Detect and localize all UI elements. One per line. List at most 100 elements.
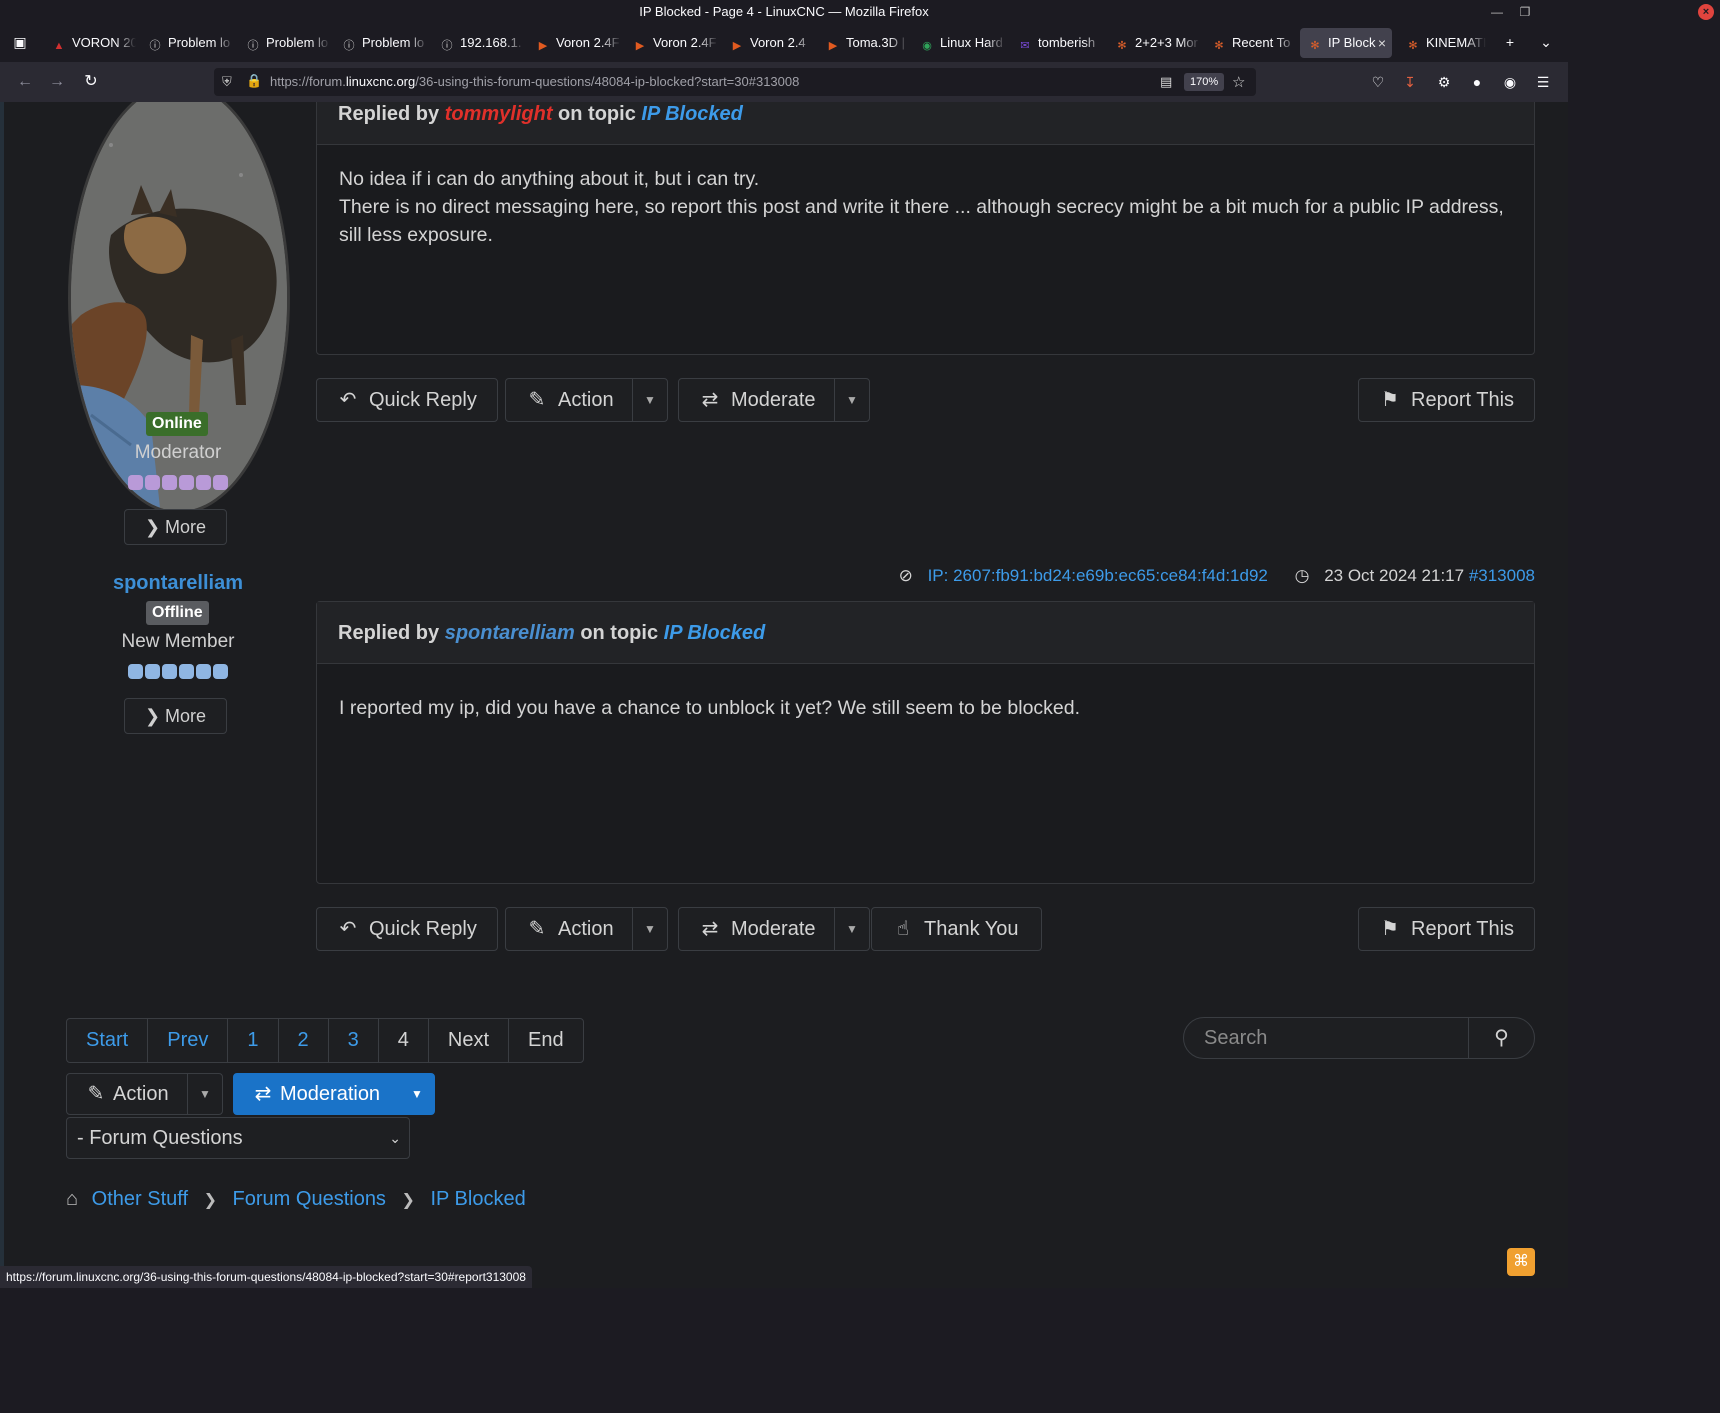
tab-9[interactable]: ▶ Toma.3D | — [818, 28, 908, 58]
url-bar[interactable]: ⛨ 🔒 https://forum.linuxcnc.org/36-using-… — [214, 68, 1256, 96]
tab-10[interactable]: ◉ Linux Hard — [912, 28, 1006, 58]
shuffle-icon: ⇄ — [701, 918, 719, 940]
page-3[interactable]: 3 — [329, 1019, 379, 1062]
moderate-dropdown-toggle[interactable]: ▼ — [834, 378, 870, 422]
topic-link[interactable]: IP Blocked — [641, 103, 743, 125]
chevron-down-icon: ❯ — [144, 517, 161, 537]
ip-address[interactable]: IP: 2607:fb91:bd24:e69b:ec65:ce84:f4d:1d… — [928, 566, 1268, 585]
quick-reply-button[interactable]: ↶ Quick Reply — [316, 378, 498, 422]
tab-14[interactable]: ✻ IP Block × — [1300, 28, 1392, 58]
more-button[interactable]: ❯ More — [124, 698, 227, 734]
account-icon[interactable]: ● — [1467, 72, 1487, 92]
bottom-action-button[interactable]: ✎ Action — [66, 1073, 188, 1115]
page-end: End — [528, 1029, 564, 1051]
edit-icon: ✎ — [528, 918, 546, 940]
bookmark-star-icon[interactable]: ☆ — [1232, 73, 1245, 91]
thumbs-up-icon: ☝ — [896, 918, 910, 940]
topic-link[interactable]: IP Blocked — [664, 622, 766, 644]
report-button[interactable]: ⚑ Report This — [1358, 378, 1535, 422]
forward-icon[interactable]: → — [44, 70, 70, 94]
extension-icon[interactable]: ◉ — [1500, 72, 1520, 92]
action-button[interactable]: ✎ Action — [505, 907, 633, 951]
reader-view-icon[interactable]: ▤ — [1160, 74, 1172, 90]
moderate-button[interactable]: ⇄ Moderate — [678, 907, 835, 951]
pocket-icon[interactable]: ♡ — [1368, 72, 1388, 92]
ip-icon: ⊘ — [898, 566, 913, 585]
bookmark-icon: ▶ — [732, 40, 742, 52]
post-author-link[interactable]: spontarelliam — [445, 622, 575, 644]
window-titlebar: IP Blocked - Page 4 - LinuxCNC — Mozilla… — [0, 0, 1568, 24]
tab-13[interactable]: ✻ Recent To — [1204, 28, 1296, 58]
status-badge: Offline — [146, 601, 209, 625]
quick-reply-button[interactable]: ↶ Quick Reply — [316, 907, 498, 951]
moderation-dropdown-toggle[interactable]: ▼ — [399, 1073, 435, 1115]
extensions-icon[interactable]: ⚙ — [1434, 72, 1454, 92]
tab-4[interactable]: ⓘ Problem lo — [334, 28, 428, 58]
chevron-right-icon: ❯ — [203, 1192, 217, 1209]
tab-12[interactable]: ✻ 2+2+3 Mor — [1107, 28, 1200, 58]
username-link[interactable]: spontarelliam — [68, 572, 288, 595]
reload-icon[interactable]: ↻ — [78, 70, 104, 94]
page-1[interactable]: 1 — [228, 1019, 279, 1062]
page-prev[interactable]: Prev — [148, 1019, 229, 1062]
page-2[interactable]: 2 — [279, 1019, 329, 1062]
shield-icon[interactable]: ⛨ — [222, 74, 232, 90]
tab-2[interactable]: ⓘ Problem lo — [140, 28, 234, 58]
info-icon: ⓘ — [343, 40, 355, 52]
post-meta: ⊘ IP: 2607:fb91:bd24:e69b:ec65:ce84:f4d:… — [899, 566, 1535, 586]
moderation-button[interactable]: ⇄ Moderation — [233, 1073, 400, 1115]
close-tab-icon[interactable]: × — [1378, 28, 1386, 58]
status-badge: Online — [146, 412, 208, 436]
tab-3[interactable]: ⓘ Problem lo — [238, 28, 330, 58]
post-permalink[interactable]: #313008 — [1469, 566, 1535, 585]
back-icon[interactable]: ← — [12, 70, 38, 94]
edit-icon: ✎ — [528, 389, 546, 411]
user-role: Moderator — [134, 442, 222, 463]
breadcrumb-forum-questions[interactable]: Forum Questions — [233, 1188, 386, 1210]
tab-5[interactable]: ⓘ 192.168.1. — [432, 28, 524, 58]
bottom-action-dropdown-toggle[interactable]: ▼ — [187, 1073, 223, 1115]
tab-7[interactable]: ▶ Voron 2.4F — [625, 28, 718, 58]
close-window-icon[interactable]: × — [1698, 4, 1714, 20]
page-start[interactable]: Start — [67, 1019, 149, 1062]
action-dropdown-toggle[interactable]: ▼ — [632, 907, 668, 951]
moderate-button[interactable]: ⇄ Moderate — [678, 378, 835, 422]
url-text[interactable]: https://forum.linuxcnc.org/36-using-this… — [270, 68, 799, 96]
home-icon[interactable]: ⌂ — [66, 1188, 78, 1210]
downloads-icon[interactable]: ↧ — [1400, 72, 1420, 92]
post-author-link[interactable]: tommylight — [445, 103, 553, 125]
moderate-dropdown-toggle[interactable]: ▼ — [834, 907, 870, 951]
pagination: Start Prev 1 2 3 4 Next End — [66, 1018, 584, 1063]
list-tabs-icon[interactable]: ⌄ — [1536, 32, 1556, 52]
breadcrumb-other-stuff[interactable]: Other Stuff — [92, 1188, 188, 1210]
tab-6[interactable]: ▶ Voron 2.4F — [528, 28, 621, 58]
post-body: No idea if i can do anything about it, b… — [339, 168, 1504, 246]
tab-overview-icon[interactable]: ▣ — [10, 32, 30, 52]
navigation-toolbar: ← → ↻ ⛨ 🔒 https://forum.linuxcnc.org/36-… — [0, 62, 1568, 102]
action-dropdown-toggle[interactable]: ▼ — [632, 378, 668, 422]
minimize-icon[interactable]: — — [1484, 0, 1510, 24]
thank-you-button[interactable]: ☝ Thank You — [871, 907, 1042, 951]
lock-icon[interactable]: 🔒 — [246, 73, 262, 89]
action-button[interactable]: ✎ Action — [505, 378, 633, 422]
tab-8[interactable]: ▶ Voron 2.4 — [722, 28, 814, 58]
search-input[interactable] — [1204, 1018, 1464, 1058]
maximize-icon[interactable]: ❐ — [1512, 0, 1538, 24]
forum-select[interactable]: - Forum Questions ⌄ — [66, 1117, 410, 1159]
zoom-level[interactable]: 170% — [1184, 73, 1225, 91]
tab-1[interactable]: ▲ VORON 20 — [44, 28, 136, 58]
new-tab-icon[interactable]: + — [1500, 32, 1520, 52]
report-button[interactable]: ⚑ Report This — [1358, 907, 1535, 951]
tab-11[interactable]: ✉ tomberish — [1010, 28, 1103, 58]
page-4-current: 4 — [379, 1019, 429, 1062]
window-title: IP Blocked - Page 4 - LinuxCNC — Mozilla… — [639, 4, 929, 19]
breadcrumb-ip-blocked[interactable]: IP Blocked — [430, 1188, 525, 1210]
rss-icon[interactable]: ⌘ — [1507, 1248, 1535, 1276]
menu-icon[interactable]: ☰ — [1533, 72, 1553, 92]
tab-15[interactable]: ✻KINEMATIC — [1398, 28, 1486, 58]
more-button[interactable]: ❯ More — [124, 509, 227, 545]
bookmark-icon: ▶ — [828, 40, 838, 52]
search-button[interactable]: ⚲ — [1468, 1018, 1534, 1058]
caret-down-icon: ▼ — [199, 1087, 211, 1101]
post-date: 23 Oct 2024 21:17 — [1324, 566, 1465, 585]
